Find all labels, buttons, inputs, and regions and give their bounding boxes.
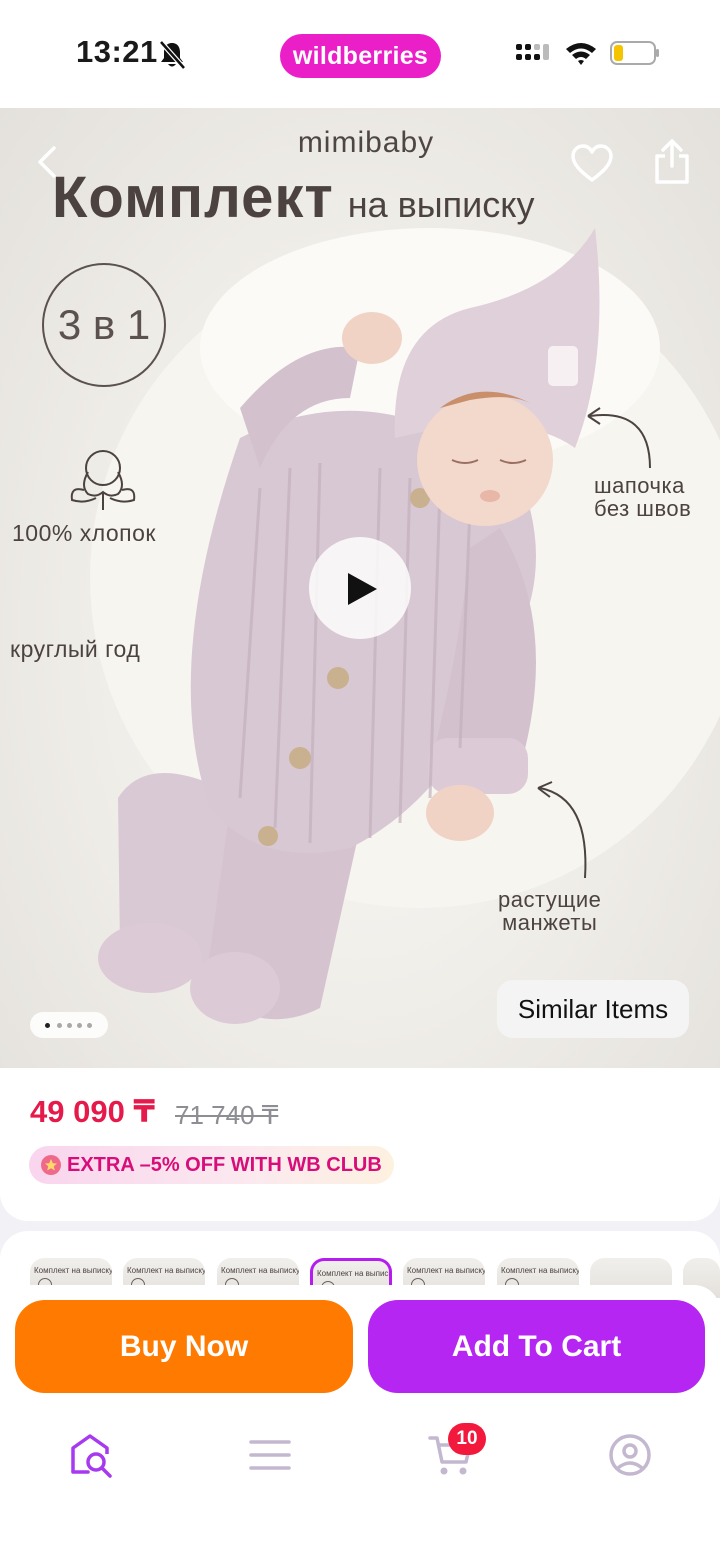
carousel-dot-1 — [45, 1023, 50, 1028]
image-label-cuffs-line1: растущие — [498, 887, 602, 912]
three-in-one-badge: 3 в 1 — [42, 263, 166, 387]
carousel-dot-4 — [77, 1023, 82, 1028]
price-section: 49 090 ₸ 71 740 ₸ EXTRA –5% OFF WITH WB … — [0, 1068, 720, 1221]
thumbnail-caption: Комплект на выписку — [317, 1269, 392, 1278]
purchase-action-bar: Buy Now Add To Cart — [0, 1285, 720, 1410]
carousel-dot-5 — [87, 1023, 92, 1028]
current-price: 49 090 ₸ — [30, 1094, 155, 1129]
status-bar: 13:21 wildberries — [0, 0, 720, 108]
image-label-cuffs-line2: манжеты — [502, 910, 598, 935]
image-label-cuffs: растущие манжеты — [498, 888, 601, 934]
old-price: 71 740 ₸ — [175, 1100, 279, 1130]
image-label-year-round: круглый год — [10, 636, 141, 662]
wb-club-offer-text: EXTRA –5% OFF WITH WB CLUB — [67, 1154, 382, 1176]
image-title-sub: на выписку — [347, 184, 535, 225]
image-title: Комплект на выписку — [52, 164, 534, 231]
wb-club-offer-badge[interactable]: EXTRA –5% OFF WITH WB CLUB — [29, 1146, 394, 1184]
menu-icon[interactable] — [247, 1432, 293, 1478]
add-to-cart-button[interactable]: Add To Cart — [368, 1300, 705, 1393]
brand-logo: wildberries — [280, 34, 441, 78]
signal-icon — [516, 44, 549, 60]
carousel-dot-3 — [67, 1023, 72, 1028]
home-search-icon[interactable] — [68, 1432, 114, 1478]
carousel-dot-2 — [57, 1023, 62, 1028]
wifi-icon — [566, 43, 596, 65]
thumbnail-caption: Комплект на выписку — [407, 1266, 485, 1275]
image-brand-text: mimibaby — [297, 126, 435, 159]
profile-icon[interactable] — [607, 1432, 653, 1478]
play-video-button[interactable] — [309, 537, 411, 639]
status-time: 13:21 — [76, 34, 158, 69]
cart-count-badge: 10 — [448, 1423, 486, 1455]
image-title-main: Комплект — [52, 165, 334, 230]
image-label-hat: шапочка без швов — [594, 474, 691, 520]
carousel-indicator — [30, 1012, 108, 1038]
thumbnail-caption: Комплект на выписку — [221, 1266, 299, 1275]
thumbnail-caption: Комплект на выписку — [501, 1266, 579, 1275]
bottom-navigation: 10 — [0, 1410, 720, 1561]
similar-items-button[interactable]: Similar Items — [497, 980, 689, 1038]
cotton-icon — [70, 450, 136, 510]
image-label-hat-line2: без швов — [594, 496, 692, 521]
thumbnail-caption: Комплект на выписку — [34, 1266, 112, 1275]
image-label-cotton: 100% хлопок — [12, 520, 156, 546]
battery-icon — [610, 41, 659, 65]
play-icon — [348, 573, 377, 605]
bell-off-icon — [159, 40, 186, 70]
thumbnail-caption: Комплект на выписку — [127, 1266, 205, 1275]
buy-now-button[interactable]: Buy Now — [15, 1300, 353, 1393]
image-label-hat-line1: шапочка — [594, 473, 685, 498]
product-image-carousel[interactable]: mimibaby Комплект на выписку 3 в 1 100% х… — [0, 108, 720, 1068]
star-badge-icon — [41, 1155, 61, 1175]
